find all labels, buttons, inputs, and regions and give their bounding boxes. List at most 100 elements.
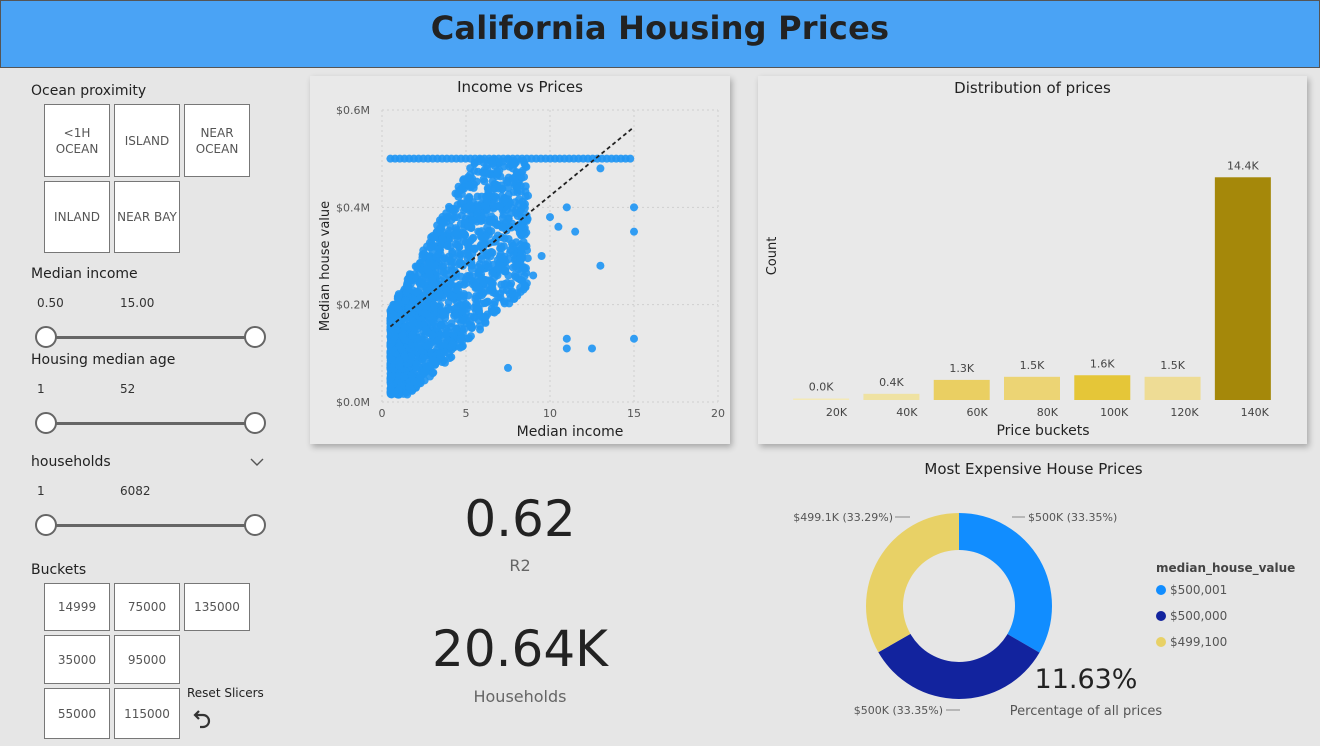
legend-entry: $499,100	[1170, 635, 1227, 649]
households-slider-min-handle[interactable]	[35, 514, 57, 536]
households-min-value[interactable]: 1	[37, 484, 45, 498]
scatter-point	[452, 324, 461, 333]
legend-marker	[1156, 637, 1166, 647]
scatter-point	[420, 308, 429, 317]
x-tick-label: 20K	[826, 406, 848, 419]
scatter-point	[428, 369, 437, 378]
households-slider-max-handle[interactable]	[244, 514, 266, 536]
scatter-point	[490, 215, 499, 224]
r2-value: 0.62	[464, 490, 576, 548]
chevron-down-icon[interactable]	[250, 457, 264, 467]
ocean-tile-near-bay[interactable]: NEAR BAY	[114, 181, 180, 253]
scatter-point	[588, 344, 596, 353]
ocean-tile-island[interactable]: ISLAND	[114, 104, 180, 177]
scatter-point	[483, 184, 492, 193]
income-slider-min-handle[interactable]	[35, 326, 57, 348]
scatter-point	[468, 234, 477, 243]
scatter-point	[457, 272, 466, 281]
bucket-tile-14999[interactable]: 14999	[44, 583, 110, 631]
scatter-point	[449, 206, 458, 215]
x-tick-label: 15	[627, 407, 641, 420]
scatter-point	[389, 311, 398, 320]
scatter-point	[517, 220, 526, 229]
legend-entry: $500,000	[1170, 609, 1227, 623]
ocean-tile-inland[interactable]: INLAND	[44, 181, 110, 253]
scatter-point	[409, 295, 418, 304]
scatter-point	[520, 204, 529, 213]
income-min-value[interactable]: 0.50	[37, 296, 64, 310]
scatter-point	[505, 289, 514, 298]
undo-icon[interactable]	[190, 709, 212, 731]
y-tick-label: $0.4M	[336, 201, 370, 214]
bucket-tile-75000[interactable]: 75000	[114, 583, 180, 631]
x-tick-label: 5	[463, 407, 470, 420]
scatter-point	[477, 155, 486, 164]
scatter-point	[453, 235, 462, 244]
scatter-point	[464, 251, 473, 260]
households-label: households	[31, 454, 111, 470]
scatter-point	[562, 334, 571, 343]
reset-slicers-label[interactable]: Reset Slicers	[187, 686, 264, 700]
slice-label: $500K (33.35%)	[1028, 511, 1117, 524]
bar-data-label: 0.4K	[879, 376, 904, 389]
scatter-point	[392, 303, 401, 312]
scatter-point	[414, 379, 423, 388]
scatter-point	[504, 214, 513, 223]
scatter-point	[390, 388, 399, 397]
age-slider-max-handle[interactable]	[244, 412, 266, 434]
scatter-point	[409, 318, 418, 327]
age-slider-track	[46, 422, 256, 425]
bar	[933, 379, 990, 400]
scatter-point	[562, 344, 571, 353]
scatter-point	[511, 271, 520, 280]
scatter-point	[456, 335, 465, 344]
scatter-point	[504, 363, 512, 372]
y-tick-label: $0.6M	[336, 104, 370, 117]
bar-chart[interactable]: 0.0K 20K 0.4K 40K 1.3K 60K 1.5K 80K 1.6K 100K 1.5K…	[758, 76, 1307, 444]
scatter-point	[477, 251, 486, 260]
scatter-point	[502, 279, 511, 288]
income-max-value[interactable]: 15.00	[120, 296, 154, 310]
age-slider-min-handle[interactable]	[35, 412, 57, 434]
scatter-point	[499, 157, 508, 166]
scatter-point	[490, 184, 499, 193]
households-slider-track	[46, 524, 256, 527]
scatter-point	[630, 334, 638, 343]
scatter-point	[511, 198, 520, 207]
age-min-value[interactable]: 1	[37, 382, 45, 396]
bar	[1144, 376, 1201, 400]
bucket-tile-95000[interactable]: 95000	[114, 635, 180, 684]
bucket-tile-135000[interactable]: 135000	[184, 583, 250, 631]
scatter-chart[interactable]: $0.0M $0.2M $0.4M $0.6M 0 5 10 15 20 Median incom…	[310, 76, 730, 444]
households-kpi-value: 20.64K	[432, 620, 608, 678]
scatter-point	[521, 162, 530, 171]
scatter-point	[463, 195, 472, 204]
donut-slice	[959, 513, 1052, 653]
bucket-tile-35000[interactable]: 35000	[44, 635, 110, 684]
scatter-point	[438, 234, 447, 243]
y-axis-title: Count	[765, 237, 780, 276]
scatter-point	[461, 300, 470, 309]
scatter-point	[445, 226, 454, 235]
ocean-tile-near-ocean[interactable]: NEAR OCEAN	[184, 104, 250, 177]
scatter-point	[483, 191, 492, 200]
bucket-tile-55000[interactable]: 55000	[44, 688, 110, 739]
bucket-tile-115000[interactable]: 115000	[114, 688, 180, 739]
scatter-point	[420, 354, 429, 363]
scatter-point	[554, 222, 563, 231]
scatter-point	[464, 181, 473, 190]
y-axis-title: Median house value	[318, 201, 333, 331]
scatter-point	[501, 266, 510, 275]
bar-data-label: 1.5K	[1160, 359, 1185, 372]
scatter-point	[500, 195, 509, 204]
scatter-point	[387, 373, 396, 382]
r2-label: R2	[509, 556, 531, 575]
scatter-point	[480, 177, 489, 186]
legend-title: median_house_value	[1156, 561, 1295, 576]
income-slider-max-handle[interactable]	[244, 326, 266, 348]
ocean-tile-1h-ocean[interactable]: <1H OCEAN	[44, 104, 110, 177]
age-max-value[interactable]: 52	[120, 382, 135, 396]
scatter-point	[447, 261, 456, 270]
scatter-point	[401, 296, 410, 305]
households-max-value[interactable]: 6082	[120, 484, 151, 498]
